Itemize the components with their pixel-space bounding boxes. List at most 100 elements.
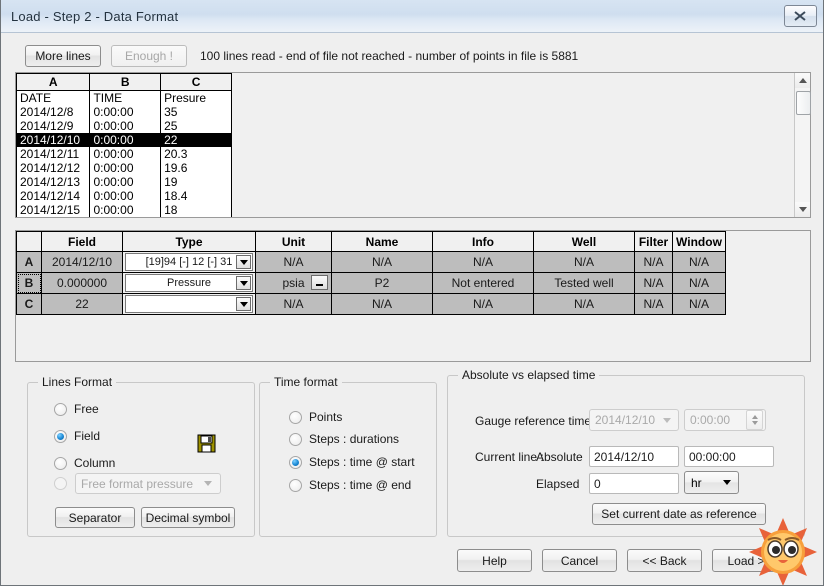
fields-table: Field Type Unit Name Info Well Filter Wi… <box>16 231 726 315</box>
preview-col-header-a[interactable]: A <box>15 73 91 91</box>
radio-label: Steps : time @ end <box>309 478 412 492</box>
field-info-cell[interactable]: Not entered <box>432 272 534 294</box>
elapsed-unit-combo[interactable]: hr <box>684 471 739 494</box>
field-well-cell[interactable]: Tested well <box>533 272 635 294</box>
preview-cell-c: 22 <box>160 133 232 147</box>
preview-vertical-scrollbar[interactable] <box>794 73 811 217</box>
fields-header-type: Type <box>122 231 256 252</box>
table-row[interactable]: 2014/12/15 0:00:00 18 <box>15 203 232 217</box>
table-row[interactable]: 2014/12/11 0:00:00 20.3 <box>15 147 232 161</box>
field-type-cell[interactable]: Pressure <box>122 272 256 294</box>
radio-time-points[interactable]: Points <box>289 410 342 424</box>
field-row[interactable]: C 22 N/A N/A N/A N/A N/A N/A <box>16 293 726 315</box>
preview-cell-c: 25 <box>160 119 232 133</box>
preview-cell-a: 2014/12/12 <box>15 161 91 175</box>
absolute-date-input[interactable]: 2014/12/10 <box>589 446 679 467</box>
spinner-arrows-icon[interactable] <box>746 410 763 430</box>
scroll-down-arrow-icon[interactable] <box>795 202 810 217</box>
chevron-down-icon[interactable] <box>236 255 251 269</box>
field-row-id[interactable]: A <box>16 251 42 273</box>
radio-label: Column <box>74 456 116 470</box>
fields-header-filter: Filter <box>634 231 673 252</box>
field-value-cell[interactable]: 2014/12/10 <box>41 251 123 273</box>
preview-col-header-b[interactable]: B <box>89 73 162 91</box>
gauge-reference-time-value: 0:00:00 <box>690 413 731 427</box>
radio-lines-column[interactable]: Column <box>54 456 115 470</box>
preview-cell-b: 0:00:00 <box>89 119 162 133</box>
absolute-time-input[interactable]: 00:00:00 <box>684 446 774 467</box>
preview-cell-b: 0:00:00 <box>89 189 162 203</box>
field-window-cell: N/A <box>672 251 726 273</box>
table-row[interactable]: DATE TIME Presure <box>15 90 232 105</box>
field-well-cell: N/A <box>533 251 635 273</box>
back-button[interactable]: << Back <box>627 549 702 572</box>
preview-col-header-c[interactable]: C <box>160 73 232 91</box>
field-type-combo[interactable]: Pressure <box>125 274 253 292</box>
separator-button[interactable]: Separator <box>55 507 135 528</box>
unit-picker-button[interactable] <box>311 275 328 290</box>
enough-button[interactable]: Enough ! <box>111 45 187 67</box>
radio-indicator <box>289 478 302 492</box>
radio-lines-custom[interactable] <box>54 477 74 490</box>
absolute-elapsed-legend: Absolute vs elapsed time <box>458 368 600 382</box>
table-row[interactable]: 2014/12/12 0:00:00 19.6 <box>15 161 232 175</box>
preview-cell-b: 0:00:00 <box>89 161 162 175</box>
field-name-cell: N/A <box>331 251 433 273</box>
set-current-date-as-reference-button[interactable]: Set current date as reference <box>592 503 766 525</box>
radio-time-durations[interactable]: Steps : durations <box>289 432 399 446</box>
floppy-disk-save-icon[interactable] <box>197 434 216 453</box>
scroll-up-arrow-icon[interactable] <box>795 73 810 88</box>
preview-cell-b: 0:00:00 <box>89 147 162 161</box>
table-row[interactable]: 2014/12/13 0:00:00 19 <box>15 175 232 189</box>
title-bar: Load - Step 2 - Data Format <box>1 0 823 33</box>
radio-indicator <box>54 429 67 443</box>
free-format-pressure-value: Free format pressure <box>81 476 194 491</box>
table-row[interactable]: 2014/12/8 0:00:00 35 <box>15 105 232 119</box>
field-row-id[interactable]: C <box>16 293 42 315</box>
radio-time-at-end[interactable]: Steps : time @ end <box>289 478 411 492</box>
chevron-down-icon[interactable] <box>236 297 251 311</box>
chevron-down-icon <box>663 417 671 423</box>
field-row[interactable]: B 0.000000 Pressure psia P2 Not entered Tested… <box>16 272 726 294</box>
field-type-combo[interactable] <box>125 295 253 313</box>
preview-cell-a: 2014/12/14 <box>15 189 91 203</box>
radio-time-at-start[interactable]: Steps : time @ start <box>289 455 415 469</box>
time-format-legend: Time format <box>270 375 342 389</box>
field-unit-cell[interactable]: psia <box>255 272 332 294</box>
field-row-id[interactable]: B <box>16 272 42 294</box>
field-value-cell[interactable]: 22 <box>41 293 123 315</box>
more-lines-button[interactable]: More lines <box>25 45 101 67</box>
help-button[interactable]: Help <box>457 549 532 572</box>
close-button[interactable] <box>784 5 817 27</box>
radio-lines-field[interactable]: Field <box>54 429 100 443</box>
fields-corner-cell <box>16 231 42 252</box>
field-window-cell: N/A <box>672 272 726 294</box>
field-type-cell[interactable]: [19]94 [-] 12 [-] 31 <box>122 251 256 273</box>
decimal-symbol-button[interactable]: Decimal symbol <box>141 507 235 528</box>
field-type-combo[interactable]: [19]94 [-] 12 [-] 31 <box>125 253 253 271</box>
table-row[interactable]: 2014/12/9 0:00:00 25 <box>15 119 232 133</box>
cancel-button[interactable]: Cancel <box>542 549 617 572</box>
fields-header-field: Field <box>41 231 123 252</box>
free-format-pressure-combo[interactable]: Free format pressure <box>75 473 221 494</box>
field-value-cell[interactable]: 0.000000 <box>41 272 123 294</box>
field-filter-cell: N/A <box>634 293 673 315</box>
preview-cell-a: 2014/12/11 <box>15 147 91 161</box>
close-icon <box>794 11 806 21</box>
field-type-cell[interactable] <box>122 293 256 315</box>
elapsed-value-input[interactable]: 0 <box>589 473 679 494</box>
gauge-reference-date-combo[interactable]: 2014/12/10 <box>589 409 679 431</box>
radio-indicator <box>54 456 67 470</box>
load-button[interactable]: Load >> <box>712 549 787 572</box>
scrollbar-thumb[interactable] <box>796 91 811 115</box>
radio-label: Points <box>309 410 343 424</box>
table-row[interactable]: 2014/12/10 0:00:00 22 <box>15 133 232 147</box>
table-row[interactable]: 2014/12/14 0:00:00 18.4 <box>15 189 232 203</box>
field-name-cell[interactable]: P2 <box>331 272 433 294</box>
radio-lines-free[interactable]: Free <box>54 402 99 416</box>
field-row[interactable]: A 2014/12/10 [19]94 [-] 12 [-] 31 N/A N/A N/A… <box>16 251 726 273</box>
preview-cell-a: 2014/12/13 <box>15 175 91 189</box>
chevron-down-icon[interactable] <box>236 276 251 290</box>
fields-header-well: Well <box>533 231 635 252</box>
gauge-reference-time-spinner[interactable]: 0:00:00 <box>684 409 766 431</box>
